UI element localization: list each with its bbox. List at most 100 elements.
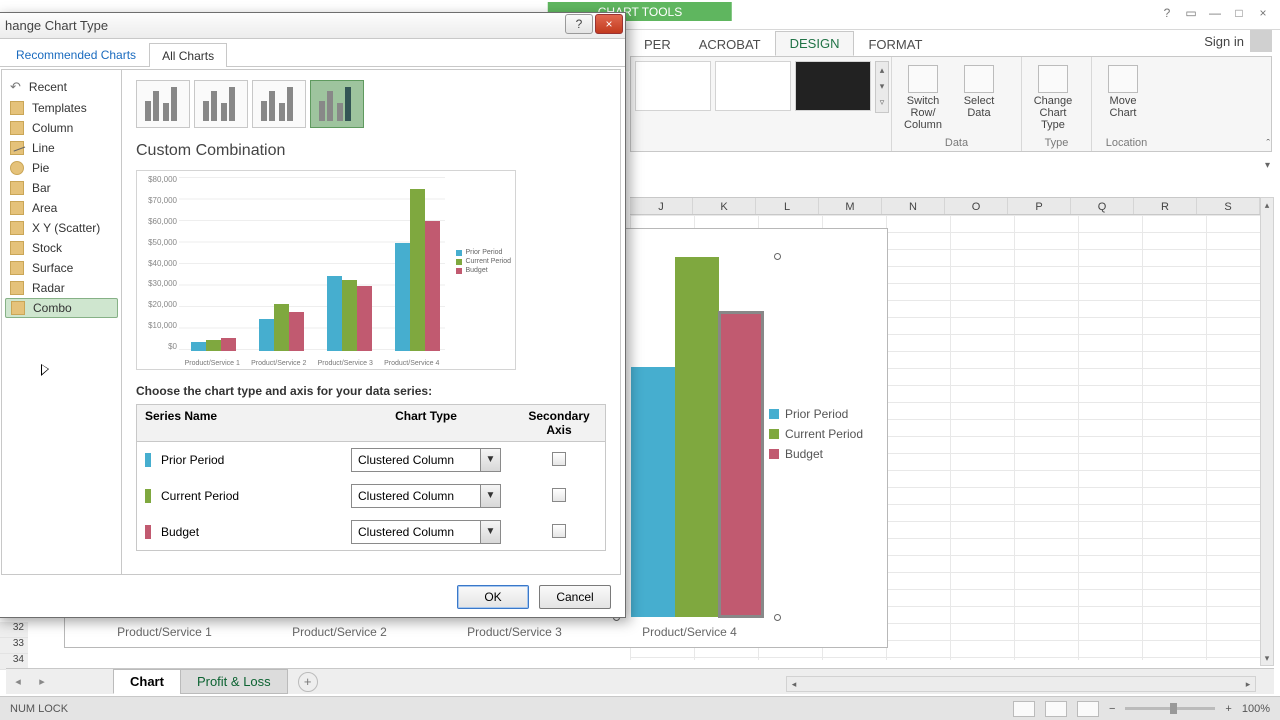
collapse-ribbon-icon[interactable]: ˆ [1266,138,1270,150]
header-chart-type: Chart Type [335,405,517,441]
cancel-button[interactable]: Cancel [539,585,611,609]
col-Q[interactable]: Q [1071,198,1134,214]
tab-acrobat[interactable]: ACROBAT [685,33,775,56]
zoom-slider[interactable] [1125,707,1215,710]
col-P[interactable]: P [1008,198,1071,214]
tab-design[interactable]: DESIGN [775,31,855,56]
cat-area[interactable]: Area [2,198,121,218]
chart-preview: $80,000$70,000$60,000$50,000$40,000$30,0… [136,170,516,370]
style-thumb-1[interactable] [635,61,711,111]
row-numbers: 32 33 34 [0,622,28,670]
chart-type-select-current[interactable]: Clustered Column▼ [351,484,501,508]
view-page-layout-button[interactable] [1045,701,1067,717]
name-box-dropdown-icon[interactable]: ▾ [1265,160,1270,171]
sheet-tab-profit-loss[interactable]: Profit & Loss [180,669,288,694]
col-S[interactable]: S [1197,198,1260,214]
bar-icon [10,181,24,195]
col-N[interactable]: N [882,198,945,214]
group-label-data: Data [892,137,1021,149]
dialog-help-button[interactable]: ? [565,14,593,34]
dialog-titlebar[interactable]: hange Chart Type ? × [0,13,625,39]
vertical-scrollbar[interactable]: ▴▾ [1260,197,1274,666]
swatch-budget [145,525,151,539]
radar-icon [10,281,24,295]
ribbon: ▴▾▿ Switch Row/ Column Select Data Data … [630,56,1272,152]
tab-format[interactable]: FORMAT [854,33,936,56]
col-R[interactable]: R [1134,198,1197,214]
chart-type-select-prior[interactable]: Clustered Column▼ [351,448,501,472]
group-type: Change Chart Type Type [1021,57,1091,151]
chevron-down-icon: ▼ [480,521,500,543]
secondary-axis-checkbox-budget[interactable] [552,524,566,538]
tab-per[interactable]: PER [630,33,685,56]
x-axis-labels: Product/Service 1 Product/Service 2 Prod… [77,625,777,639]
ribbon-tabs: PER ACROBAT DESIGN FORMAT [630,30,1272,56]
change-chart-type-button[interactable]: Change Chart Type [1030,61,1076,149]
horizontal-scrollbar[interactable]: ◂▸ [786,676,1256,692]
tab-all-charts[interactable]: All Charts [149,43,227,67]
tab-recommended-charts[interactable]: Recommended Charts [3,42,149,66]
move-chart-button[interactable]: Move Chart [1100,61,1146,149]
cat-pie[interactable]: Pie [2,158,121,178]
subtype-1[interactable] [136,80,190,128]
header-secondary-axis: Secondary Axis [517,405,601,441]
secondary-axis-checkbox-prior[interactable] [552,452,566,466]
dialog-title: hange Chart Type [5,18,108,33]
chevron-down-icon: ▼ [480,449,500,471]
view-page-break-button[interactable] [1077,701,1099,717]
close-icon[interactable]: × [1252,4,1274,22]
subtype-title: Custom Combination [136,142,606,160]
chart-legend[interactable]: Prior Period Current Period Budget [769,407,863,467]
view-normal-button[interactable] [1013,701,1035,717]
minimize-icon[interactable]: — [1204,4,1226,22]
zoom-level[interactable]: 100% [1242,703,1270,715]
maximize-icon[interactable]: □ [1228,4,1250,22]
cat-templates[interactable]: Templates [2,98,121,118]
cat-scatter[interactable]: X Y (Scatter) [2,218,121,238]
chart-category-list: ↶Recent Templates Column Line Pie Bar Ar… [2,70,122,574]
combo-icon [11,301,25,315]
zoom-minus[interactable]: − [1109,703,1115,715]
cat-radar[interactable]: Radar [2,278,121,298]
sheet-tab-chart[interactable]: Chart [113,669,181,694]
dialog-right-pane: Custom Combination $80,000$70,000$60,000… [122,70,620,574]
cat-line[interactable]: Line [2,138,121,158]
series-instruction: Choose the chart type and axis for your … [136,384,606,398]
help-icon[interactable]: ? [1156,4,1178,22]
col-J[interactable]: J [630,198,693,214]
subtype-3[interactable] [252,80,306,128]
cat-column[interactable]: Column [2,118,121,138]
ok-button[interactable]: OK [457,585,529,609]
style-thumb-2[interactable] [715,61,791,111]
sheet-nav-next[interactable]: ▸ [30,675,54,688]
group-label-type: Type [1022,137,1091,149]
style-thumb-3[interactable] [795,61,871,111]
subtype-custom[interactable] [310,80,364,128]
col-K[interactable]: K [693,198,756,214]
switch-row-column-button[interactable]: Switch Row/ Column [900,61,946,149]
secondary-axis-checkbox-current[interactable] [552,488,566,502]
select-data-button[interactable]: Select Data [956,61,1002,149]
preview-x-axis: Product/Service 1Product/Service 2Produc… [179,360,445,367]
col-M[interactable]: M [819,198,882,214]
gallery-scroll[interactable]: ▴▾▿ [875,61,889,113]
series-row-budget: Budget Clustered Column▼ [137,514,605,550]
cat-recent[interactable]: ↶Recent [2,76,121,98]
chart-styles-gallery[interactable]: ▴▾▿ [631,57,891,151]
change-chart-type-dialog: hange Chart Type ? × Recommended Charts … [0,12,626,618]
subtype-2[interactable] [194,80,248,128]
chart-type-select-budget[interactable]: Clustered Column▼ [351,520,501,544]
cat-stock[interactable]: Stock [2,238,121,258]
sheet-nav-prev[interactable]: ◂ [6,675,30,688]
pie-icon [10,161,24,175]
sign-in-link[interactable]: Sign in [1204,34,1244,49]
cat-combo[interactable]: Combo [5,298,118,318]
col-L[interactable]: L [756,198,819,214]
dialog-close-button[interactable]: × [595,14,623,34]
cat-surface[interactable]: Surface [2,258,121,278]
col-O[interactable]: O [945,198,1008,214]
new-sheet-button[interactable]: + [298,672,318,692]
zoom-plus[interactable]: + [1225,703,1231,715]
ribbon-options-icon[interactable]: ▭ [1180,4,1202,22]
cat-bar[interactable]: Bar [2,178,121,198]
